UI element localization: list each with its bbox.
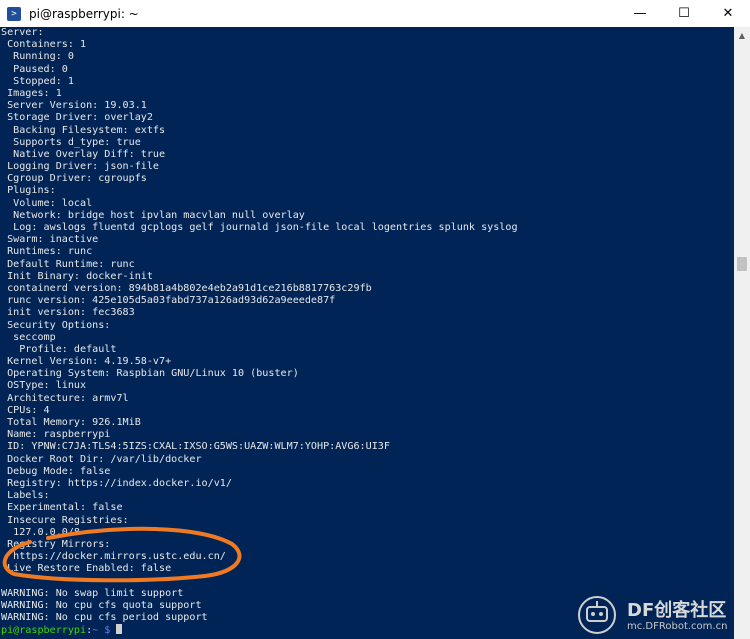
- terminal-line: 127.0.0.0/8: [1, 526, 81, 538]
- maximize-icon: ☐: [678, 6, 690, 21]
- terminal-line: Security Options:: [1, 319, 111, 331]
- terminal-line: Debug Mode: false: [1, 465, 111, 477]
- terminal-line: Runtimes: runc: [1, 246, 93, 258]
- watermark-brand: DF创客社区: [627, 600, 727, 621]
- terminal-line: Cgroup Driver: cgroupfs: [1, 173, 147, 185]
- minimize-icon: —: [633, 6, 647, 21]
- terminal-line: Insecure Registries:: [1, 514, 129, 526]
- terminal-line: Volume: local: [1, 197, 93, 209]
- watermark: DF创客社区 mc.DFRobot.com.cn: [575, 593, 745, 639]
- terminal-line: seccomp: [1, 331, 56, 343]
- text-cursor: [116, 624, 123, 635]
- terminal-line: Native Overlay Diff: true: [1, 148, 166, 160]
- watermark-url: mc.DFRobot.com.cn: [627, 621, 728, 632]
- terminal-line: Log: awslogs fluentd gcplogs gelf journa…: [1, 222, 518, 233]
- terminal-line: ID: YPNW:C7JA:TLS4:5IZS:CXAL:IXSO:G5WS:U…: [1, 441, 390, 453]
- terminal-line: Registry Mirrors:: [1, 538, 111, 550]
- terminal-line: Backing Filesystem: extfs: [1, 124, 166, 136]
- terminal-line: Default Runtime: runc: [1, 258, 135, 270]
- terminal-line: Init Binary: docker-init: [1, 270, 153, 282]
- prompt-path: ~ $: [92, 625, 117, 637]
- window-titlebar[interactable]: > pi@raspberrypi: ~ — ☐ ✕: [0, 0, 750, 27]
- terminal-line: Network: bridge host ipvlan macvlan null…: [1, 209, 305, 221]
- terminal-line: Labels:: [1, 490, 50, 502]
- terminal-line: Server:: [1, 27, 44, 38]
- terminal-line: Live Restore Enabled: false: [1, 563, 172, 575]
- terminal-line: Paused: 0: [1, 63, 68, 75]
- terminal-icon: >: [7, 6, 21, 21]
- terminal-line: runc version: 425e105d5a03fabd737a126ad9…: [1, 295, 336, 307]
- close-button[interactable]: ✕: [706, 0, 750, 27]
- minimize-button[interactable]: —: [618, 0, 662, 27]
- window-title: pi@raspberrypi: ~: [29, 6, 139, 21]
- terminal-line: Storage Driver: overlay2: [1, 112, 153, 124]
- terminal-line: init version: fec3683: [1, 307, 135, 319]
- terminal-line: Plugins:: [1, 185, 56, 197]
- robot-logo-icon: [578, 596, 616, 634]
- maximize-button[interactable]: ☐: [662, 0, 706, 27]
- terminal-line: Kernel Version: 4.19.58-v7+: [1, 356, 172, 368]
- terminal-line: Profile: default: [1, 343, 117, 355]
- terminal-line: CPUs: 4: [1, 404, 50, 416]
- terminal-line: Logging Driver: json-file: [1, 161, 160, 173]
- terminal-line: Stopped: 1: [1, 75, 74, 87]
- terminal-line: Containers: 1: [1, 39, 87, 51]
- terminal-line: Registry: https://index.docker.io/v1/: [1, 477, 232, 489]
- terminal-line: Server Version: 19.03.1: [1, 100, 147, 112]
- terminal-line: Docker Root Dir: /var/lib/docker: [1, 453, 202, 465]
- terminal-line: https://docker.mirrors.ustc.edu.cn/: [1, 551, 226, 563]
- scroll-up-arrow-icon[interactable]: ▲: [734, 27, 750, 43]
- terminal-line: Images: 1: [1, 87, 62, 99]
- terminal-line: Experimental: false: [1, 502, 123, 514]
- terminal-output[interactable]: Server: Containers: 1 Running: 0 Paused:…: [0, 27, 734, 639]
- terminal-lines: Server: Containers: 1 Running: 0 Paused:…: [0, 27, 734, 636]
- terminal-line: Total Memory: 926.1MiB: [1, 417, 141, 428]
- terminal-line: Supports d_type: true: [1, 136, 141, 148]
- terminal-line: Name: raspberrypi: [1, 429, 111, 441]
- terminal-line: containerd version: 894b81a4b802e4eb2a91…: [1, 282, 372, 294]
- close-icon: ✕: [722, 6, 734, 21]
- terminal-line: Swarm: inactive: [1, 234, 99, 246]
- prompt-user-host: pi@raspberrypi: [1, 625, 87, 637]
- terminal-line: OSType: linux: [1, 380, 87, 392]
- terminal-line: Running: 0: [1, 51, 74, 63]
- scroll-thumb[interactable]: [737, 257, 747, 271]
- window-controls: — ☐ ✕: [618, 0, 750, 27]
- terminal-line: Operating System: Raspbian GNU/Linux 10 …: [1, 368, 299, 380]
- terminal-line: Architecture: armv7l: [1, 392, 129, 404]
- vertical-scrollbar[interactable]: ▲: [734, 27, 750, 639]
